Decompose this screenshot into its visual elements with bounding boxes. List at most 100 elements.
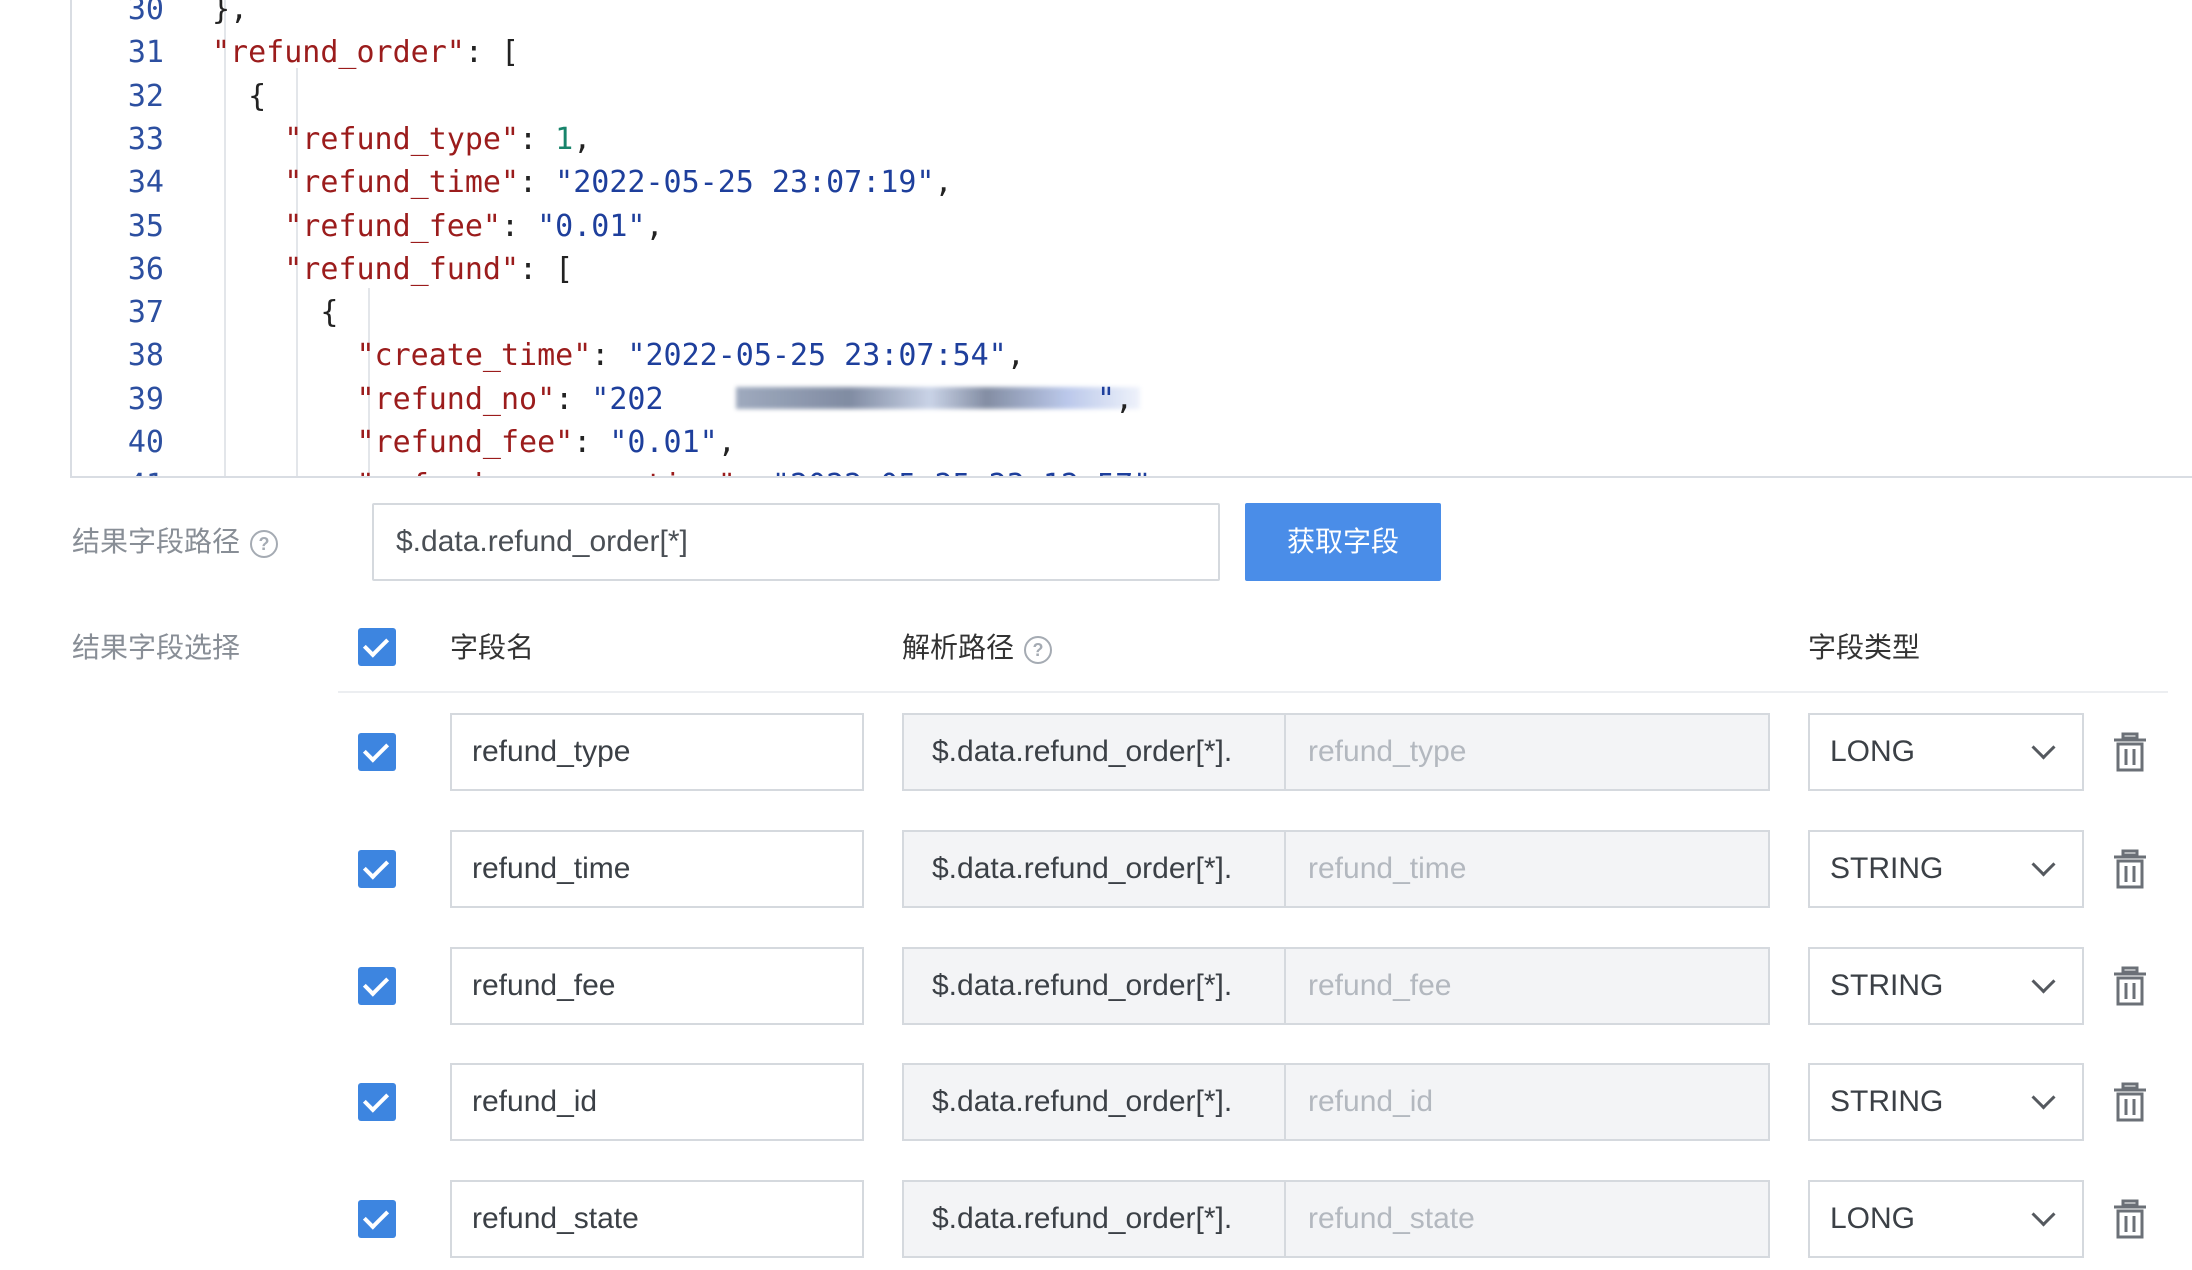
code-text: { [212,75,266,119]
column-header-field-type: 字段类型 [1808,632,1921,663]
code-token: 1 [555,121,574,157]
code-token: "refund_no" [212,381,556,417]
field-type-select[interactable]: LONG [1808,713,2084,791]
parse-path-input-group: $.data.refund_order[*]. refund_id [902,1063,1770,1142]
field-selection-label: 结果字段选择 [72,632,241,663]
code-line: 41 "refund_success_time": "2022-05-25 23… [72,464,2192,476]
line-number: 39 [127,381,164,417]
result-path-input[interactable]: $.data.refund_order[*] [372,503,1220,581]
chevron-down-icon [2031,1202,2056,1227]
code-token: { [212,295,339,331]
line-number: 32 [127,78,164,114]
select-all-checkbox[interactable] [358,628,396,666]
field-row-checkbox[interactable] [358,1083,396,1122]
code-line: 39 "refund_no": "202 ", [72,378,2192,422]
field-name-value: refund_time [472,851,631,885]
result-path-label: 结果字段路径? [72,522,279,562]
trash-icon[interactable] [2112,732,2148,772]
code-text: "refund_success_time": "2022-05-25 23:12… [212,464,1151,476]
code-token: "refund_type" [212,121,520,157]
field-name-value: refund_type [472,735,631,768]
parse-path-prefix: $.data.refund_order[*]. [904,1065,1286,1140]
trash-icon[interactable] [2112,1082,2148,1122]
field-row-checkbox[interactable] [358,966,396,1005]
field-type-value: LONG [1830,735,1916,768]
code-token: : [ [464,35,520,71]
help-icon[interactable]: ? [1024,635,1053,664]
chevron-down-icon [2031,852,2056,877]
code-token: " [1097,381,1116,417]
field-type-select[interactable]: STRING [1808,1063,2084,1142]
code-token: "refund_time" [212,165,520,201]
line-number: 33 [127,121,164,157]
code-text: }, [212,0,248,32]
field-type-value: STRING [1830,1085,1944,1119]
parse-path-prefix: $.data.refund_order[*]. [904,715,1286,789]
chevron-down-icon [2031,969,2056,994]
field-type-select[interactable]: LONG [1808,1180,2084,1259]
code-line: 32 { [72,75,2192,119]
field-name-input[interactable]: refund_fee [450,946,864,1025]
code-token: }, [212,0,249,27]
code-token: { [212,78,267,114]
chevron-down-icon [2031,735,2056,760]
code-token: , [934,165,953,201]
code-line: 34 "refund_time": "2022-05-25 23:07:19", [72,161,2192,205]
trash-icon[interactable] [2112,849,2148,889]
trash-icon[interactable] [2112,1199,2148,1239]
code-token: "0.01" [537,208,646,244]
parse-path-suffix-input[interactable]: refund_id [1286,1065,1433,1139]
field-name-value: refund_fee [472,968,616,1002]
parse-path-prefix: $.data.refund_order[*]. [904,1182,1286,1257]
field-name-input[interactable]: refund_time [450,829,864,908]
code-token: , [573,121,592,157]
code-token: : [591,338,628,374]
field-name-value: refund_state [472,1202,639,1236]
code-text: "refund_no": "202 ", [212,378,1133,422]
code-token: "2022-05-25 23:07:54" [627,338,1007,374]
code-token: : [736,468,772,476]
field-name-input[interactable]: refund_id [450,1063,864,1142]
field-type-select[interactable]: STRING [1808,946,2084,1025]
parse-path-prefix: $.data.refund_order[*]. [904,948,1286,1023]
parse-path-suffix-input[interactable]: refund_state [1286,1182,1475,1256]
line-number: 41 [72,464,164,476]
code-token: , [1115,381,1134,417]
column-header-parse-path-text: 解析路径 [902,632,1015,663]
field-name-input[interactable]: refund_state [450,1180,864,1259]
code-token: , [645,208,664,244]
help-icon[interactable]: ? [250,529,279,558]
column-header-field-name: 字段名 [450,632,535,663]
parse-path-suffix-input[interactable]: refund_time [1286,832,1466,906]
code-text: "refund_fund": [ [212,248,573,292]
field-row-checkbox[interactable] [358,733,396,771]
code-token: : [500,208,538,244]
code-line: 35 "refund_fee": "0.01", [72,205,2192,249]
field-row-checkbox[interactable] [358,849,396,888]
json-code-editor[interactable]: 30}, 31 "refund_order": [32 {33 "refund_ty… [70,0,2192,478]
parse-path-input-group: $.data.refund_order[*]. refund_type [902,713,1770,791]
field-type-select[interactable]: STRING [1808,829,2084,908]
field-row-checkbox[interactable] [358,1200,396,1239]
code-token: "202 [591,381,664,417]
parse-path-suffix-input[interactable]: refund_type [1286,715,1466,789]
code-line: 31 "refund_order": [ [72,31,2192,75]
line-number: 30 [127,0,164,27]
parse-path-suffix-input[interactable]: refund_fee [1286,949,1451,1023]
code-token: "2022-05-25 23:07:19" [555,165,935,201]
trash-icon[interactable] [2112,966,2148,1006]
field-name-input[interactable]: refund_type [450,713,864,791]
code-token: "refund_fund" [212,251,520,287]
code-line: 40 "refund_fee": "0.01", [72,421,2192,465]
code-token: "create_time" [212,338,592,374]
line-number: 40 [127,425,164,460]
column-header-parse-path: 解析路径? [902,628,1053,668]
field-name-value: refund_id [472,1085,598,1119]
code-token: : [ [519,251,574,287]
line-number: 34 [127,165,164,201]
code-line: 30}, [72,0,2192,32]
fetch-fields-button[interactable]: 获取字段 [1245,503,1441,581]
code-line: 38 "create_time": "2022-05-25 23:07:54", [72,334,2192,378]
code-token: : [519,121,556,157]
